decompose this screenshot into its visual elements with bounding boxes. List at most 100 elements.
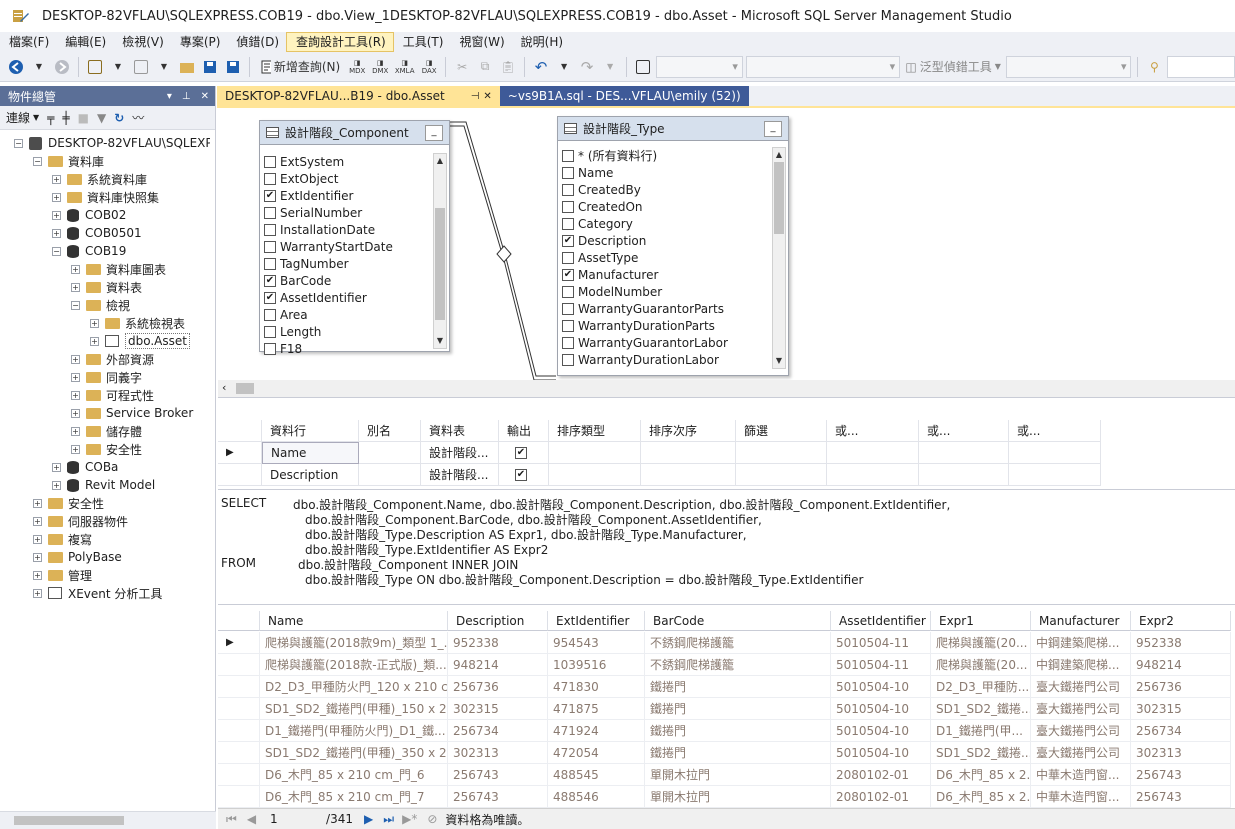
- tab-sql-query[interactable]: ~vs9B1A.sql - DES...VFLAU\emily (52)): [499, 86, 749, 106]
- tree-node[interactable]: + Revit Model: [52, 476, 155, 494]
- results-cell[interactable]: 2080102-01: [831, 786, 931, 808]
- table-component-header[interactable]: 設計階段_Component _: [260, 121, 449, 145]
- save-icon[interactable]: [200, 56, 220, 78]
- results-cell[interactable]: 256743: [1131, 764, 1231, 786]
- results-cell[interactable]: 爬梯與護籠(20...: [931, 632, 1031, 654]
- criteria-cell-output[interactable]: ✔: [499, 442, 549, 464]
- results-header-cell[interactable]: Name: [260, 611, 448, 631]
- criteria-cell[interactable]: [549, 464, 641, 486]
- criteria-cell[interactable]: [549, 442, 641, 464]
- minimize-icon[interactable]: _: [764, 121, 782, 137]
- activity-monitor-icon[interactable]: 〰: [132, 109, 144, 126]
- checkbox[interactable]: [562, 302, 574, 315]
- add-item-icon[interactable]: [131, 56, 151, 78]
- results-cell[interactable]: 爬梯與護籠(2018款9m)_類型 1_...: [260, 632, 448, 654]
- results-cell[interactable]: 爬梯與護籠(20...: [931, 654, 1031, 676]
- expand-icon[interactable]: +: [33, 570, 42, 580]
- scroll-down-icon[interactable]: ▼: [434, 334, 446, 348]
- criteria-cell[interactable]: [1009, 464, 1101, 486]
- results-cell[interactable]: 中華木造門窗...: [1031, 764, 1131, 786]
- expand-icon[interactable]: +: [33, 534, 42, 544]
- expand-icon[interactable]: +: [71, 264, 80, 274]
- scroll-down-icon[interactable]: ▼: [773, 354, 785, 368]
- checkbox[interactable]: [562, 183, 574, 196]
- results-cell[interactable]: 256736: [448, 676, 548, 698]
- expand-icon[interactable]: +: [90, 318, 99, 328]
- expand-icon[interactable]: +: [71, 426, 80, 436]
- results-cell[interactable]: 鐵捲門: [645, 720, 831, 742]
- first-record-icon[interactable]: ⏮: [226, 812, 237, 827]
- results-cell[interactable]: 302313: [1131, 742, 1231, 764]
- diagram-column-item[interactable]: Area: [260, 306, 449, 323]
- checkbox[interactable]: [264, 240, 276, 253]
- results-cell[interactable]: 鐵捲門: [645, 676, 831, 698]
- diagram-column-item[interactable]: Name: [558, 164, 788, 181]
- expand-icon[interactable]: +: [71, 282, 80, 292]
- collapse-icon[interactable]: −: [14, 138, 23, 148]
- results-cell[interactable]: SD1_SD2_鐵捲門(甲種)_350 x 2...: [260, 742, 448, 764]
- results-cell[interactable]: 256743: [1131, 786, 1231, 808]
- current-record-input[interactable]: 1: [270, 812, 326, 826]
- find-combo[interactable]: [1167, 55, 1235, 78]
- criteria-cell-output[interactable]: ✔: [499, 464, 549, 486]
- results-cell[interactable]: 302313: [448, 742, 548, 764]
- table-component[interactable]: 設計階段_Component _ ExtSystem ExtObject ✔ ExtI…: [259, 120, 450, 356]
- criteria-cell-column[interactable]: Description: [262, 464, 359, 486]
- cut-icon[interactable]: ✂: [452, 56, 472, 78]
- criteria-cell[interactable]: [827, 442, 919, 464]
- checkbox[interactable]: [562, 353, 574, 366]
- tree-node[interactable]: + 安全性: [71, 440, 142, 458]
- results-header-cell[interactable]: AssetIdentifier: [831, 611, 931, 631]
- checkbox-checked[interactable]: ✔: [515, 446, 527, 459]
- table-type[interactable]: 設計階段_Type _ * (所有資料行) Name CreatedBy Create…: [557, 116, 789, 376]
- menu-query-designer[interactable]: 查詢設計工具(R): [286, 32, 394, 52]
- diagram-column-item[interactable]: ✔ BarCode: [260, 272, 449, 289]
- tree-node[interactable]: − COB19: [52, 242, 126, 260]
- results-cell[interactable]: 臺大鐵捲門公司: [1031, 698, 1131, 720]
- mdx-query-button[interactable]: ◨ MDX: [347, 56, 367, 78]
- chevron-down-icon[interactable]: ▼: [600, 56, 620, 78]
- scroll-thumb[interactable]: [236, 383, 254, 394]
- results-row-selector[interactable]: [218, 786, 260, 808]
- results-cell[interactable]: 472054: [548, 742, 645, 764]
- menu-edit[interactable]: 編輯(E): [56, 32, 113, 52]
- new-query-button[interactable]: 新增查詢(N): [256, 56, 344, 78]
- results-cell[interactable]: 5010504-10: [831, 676, 931, 698]
- results-cell[interactable]: D1_鐵捲門(甲...: [931, 720, 1031, 742]
- results-cell[interactable]: 471830: [548, 676, 645, 698]
- results-cell[interactable]: 471924: [548, 720, 645, 742]
- results-cell[interactable]: 5010504-11: [831, 632, 931, 654]
- results-cell[interactable]: 1039516: [548, 654, 645, 676]
- tree-node[interactable]: + 儲存體: [71, 422, 142, 440]
- results-cell[interactable]: 鐵捲門: [645, 742, 831, 764]
- expand-icon[interactable]: +: [33, 588, 42, 598]
- checkbox[interactable]: [264, 206, 276, 219]
- scroll-thumb[interactable]: [435, 208, 445, 320]
- checkbox[interactable]: [264, 308, 276, 321]
- tree-node[interactable]: + 複寫: [33, 530, 92, 548]
- results-row-selector[interactable]: [218, 764, 260, 786]
- diagram-column-item[interactable]: InstallationDate: [260, 221, 449, 238]
- find-icon[interactable]: ⚲: [1144, 56, 1164, 78]
- sql-pane[interactable]: SELECT dbo.設計階段_Component.Name, dbo.設計階段_…: [218, 491, 1235, 605]
- results-header-cell[interactable]: ExtIdentifier: [548, 611, 645, 631]
- tree-node[interactable]: + 資料庫圖表: [71, 260, 166, 278]
- diagram-column-item[interactable]: * (所有資料行): [558, 147, 788, 164]
- scroll-up-icon[interactable]: ▲: [773, 148, 785, 162]
- checkbox-checked[interactable]: ✔: [562, 268, 574, 281]
- tree-node[interactable]: + 資料表: [71, 278, 142, 296]
- tree-node[interactable]: + 系統資料庫: [52, 170, 147, 188]
- close-icon[interactable]: ✕: [483, 91, 491, 102]
- tree-node[interactable]: + dbo.Asset: [90, 332, 190, 350]
- criteria-cell-table[interactable]: 設計階段...: [421, 442, 499, 464]
- results-header-cell[interactable]: Manufacturer: [1031, 611, 1131, 631]
- results-cell[interactable]: 256736: [1131, 676, 1231, 698]
- results-cell[interactable]: 5010504-11: [831, 654, 931, 676]
- criteria-row-selector[interactable]: [218, 464, 262, 486]
- results-cell[interactable]: 中鋼建築爬梯...: [1031, 632, 1131, 654]
- results-cell[interactable]: 256743: [448, 786, 548, 808]
- scroll-thumb[interactable]: [774, 162, 784, 234]
- results-cell[interactable]: 鐵捲門: [645, 698, 831, 720]
- results-cell[interactable]: 948214: [1131, 654, 1231, 676]
- checkbox[interactable]: [264, 155, 276, 168]
